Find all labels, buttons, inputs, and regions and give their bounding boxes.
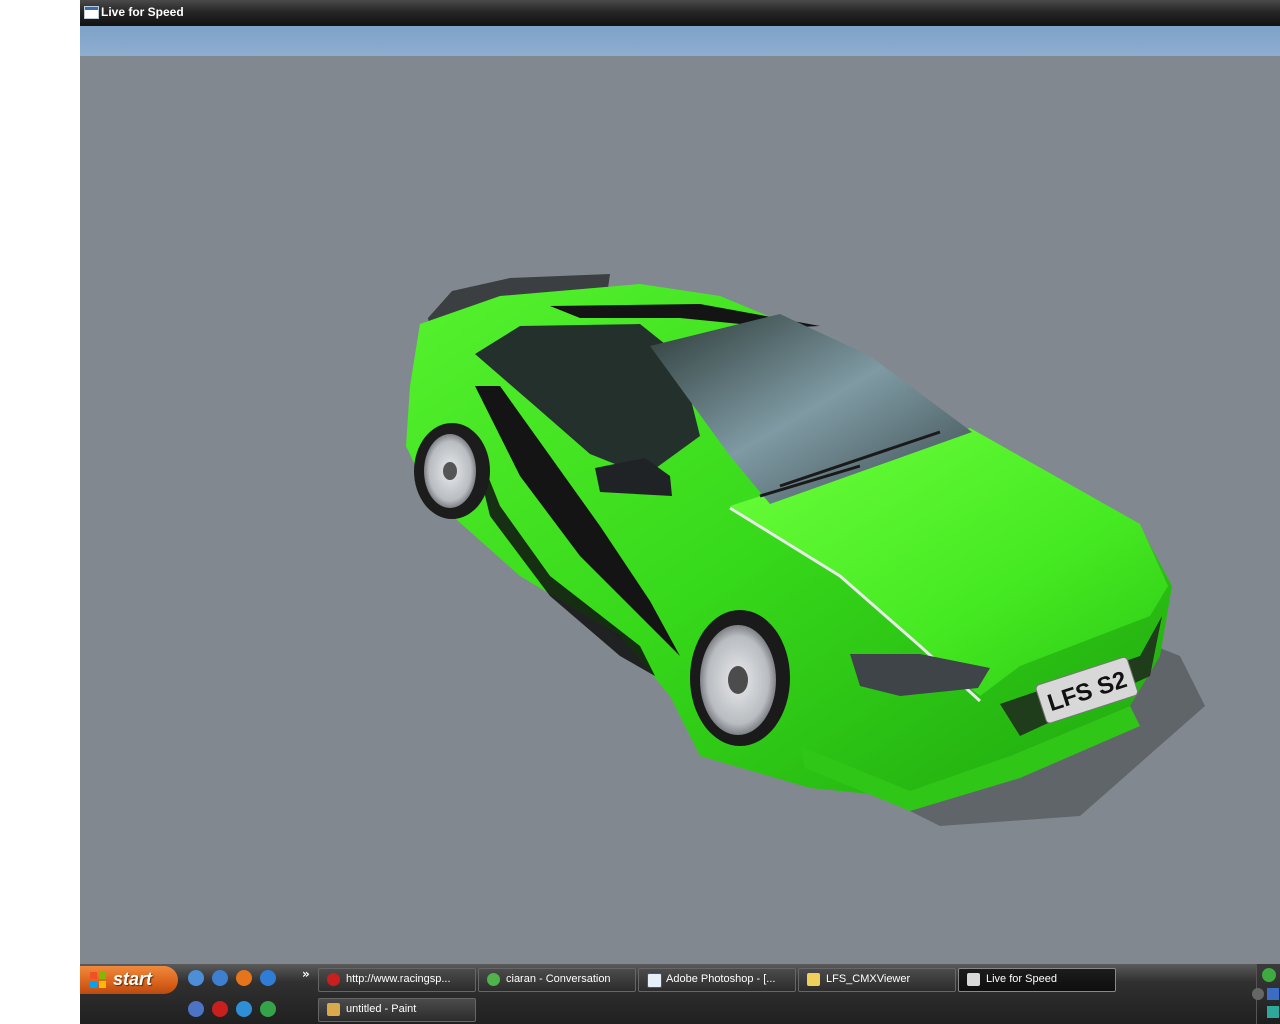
front-wheel <box>690 610 790 746</box>
car-viewer-scene[interactable]: LFS S2 <box>80 56 1280 964</box>
task-label: untitled - Paint <box>346 1003 417 1015</box>
network-icon[interactable] <box>1267 1006 1279 1018</box>
task-button-folder[interactable]: LFS_CMXViewer <box>798 968 956 992</box>
task-label: LFS_CMXViewer <box>826 973 911 985</box>
folder-icon <box>807 973 820 986</box>
task-button-paint[interactable]: untitled - Paint <box>318 998 476 1022</box>
paint-icon <box>327 1003 340 1016</box>
title-bar[interactable]: Live for Speed <box>80 0 1280 26</box>
photoshop-icon <box>647 973 662 988</box>
window-title: Live for Speed <box>101 5 184 19</box>
task-button-photoshop[interactable]: Adobe Photoshop - [... <box>638 968 796 992</box>
search-icon[interactable] <box>236 1001 252 1017</box>
lfs-icon <box>967 973 980 986</box>
internet-explorer-icon[interactable] <box>260 970 276 986</box>
window-icon <box>84 6 99 19</box>
task-button-browser[interactable]: http://www.racingsp... <box>318 968 476 992</box>
system-tray <box>1252 964 1280 1024</box>
rear-wheel <box>414 423 490 519</box>
windows-logo-icon <box>90 972 106 988</box>
task-button-conversation[interactable]: ciaran - Conversation <box>478 968 636 992</box>
opera-icon[interactable] <box>212 1001 228 1017</box>
start-button[interactable]: start <box>80 966 178 994</box>
task-label: Adobe Photoshop - [... <box>666 973 776 985</box>
tray-expand-icon[interactable] <box>1252 988 1264 1000</box>
game-window: Live for Speed LFS S2 <box>80 0 1280 964</box>
task-label: Live for Speed <box>986 973 1057 985</box>
firefox-icon[interactable] <box>236 970 252 986</box>
quick-launch-chevron-icon[interactable]: » <box>302 967 310 981</box>
msn-icon[interactable] <box>260 1001 276 1017</box>
media-player-icon[interactable] <box>212 970 228 986</box>
messenger-icon <box>487 973 500 986</box>
msn-status-icon[interactable] <box>1262 968 1276 982</box>
task-label: ciaran - Conversation <box>506 973 611 985</box>
taskbar: start » http://www.racingsp... ciaran - … <box>80 964 1280 1024</box>
shield-icon[interactable] <box>1267 988 1279 1000</box>
opera-icon <box>327 973 340 986</box>
messenger-icon[interactable] <box>188 970 204 986</box>
security-icon[interactable] <box>188 1001 204 1017</box>
task-button-live-for-speed[interactable]: Live for Speed <box>958 968 1116 992</box>
task-label: http://www.racingsp... <box>346 973 451 985</box>
sky-band <box>80 26 1280 56</box>
start-label: start <box>113 969 153 989</box>
